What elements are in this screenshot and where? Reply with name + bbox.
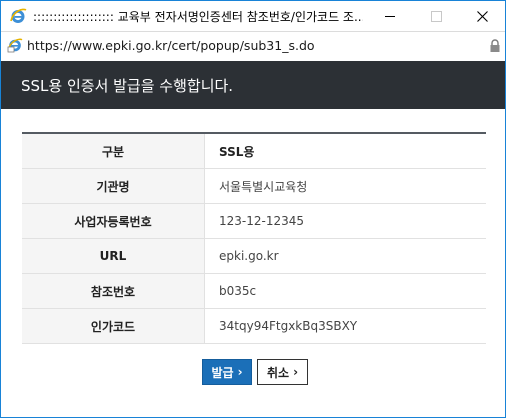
popup-window: :::::::::::::::::::: 교육부 전자서명인증센터 참조번호/인… <box>0 0 506 418</box>
close-button[interactable] <box>459 1 505 31</box>
window-title: :::::::::::::::::::: 교육부 전자서명인증센터 참조번호/인… <box>33 10 363 24</box>
table-row: 인가코드 34tqy94FtgxkBq3SBXY <box>22 308 486 344</box>
cancel-button-label: 취소 <box>266 365 290 380</box>
title-bar[interactable]: :::::::::::::::::::: 교육부 전자서명인증센터 참조번호/인… <box>1 1 505 31</box>
header-banner: SSL용 인증서 발급을 수행합니다. <box>1 61 505 109</box>
minimize-icon <box>385 15 395 17</box>
address-url[interactable]: https://www.epki.go.kr/cert/popup/sub31_… <box>27 38 315 53</box>
row-value-authorization-code: 34tqy94FtgxkBq3SBXY <box>204 308 486 344</box>
internet-explorer-icon <box>10 8 27 23</box>
table-row: 사업자등록번호 123-12-12345 <box>22 203 486 239</box>
table-row: 구분 SSL용 <box>22 133 486 169</box>
row-label-url: URL <box>22 238 205 274</box>
row-label-business-number: 사업자등록번호 <box>22 203 205 239</box>
table-row: URL epki.go.kr <box>22 238 486 274</box>
issue-button-label: 발급 <box>211 365 234 380</box>
row-value-url: epki.go.kr <box>204 238 486 274</box>
row-value-reference-number: b035c <box>204 273 486 309</box>
issue-button[interactable]: 발급 › <box>202 359 252 385</box>
address-bar[interactable]: https://www.epki.go.kr/cert/popup/sub31_… <box>1 31 505 60</box>
row-label-authorization-code: 인가코드 <box>22 308 205 344</box>
row-label-type: 구분 <box>22 133 205 169</box>
row-value-business-number: 123-12-12345 <box>204 203 486 239</box>
page-icon <box>7 38 23 53</box>
row-label-reference-number: 참조번호 <box>22 273 205 309</box>
maximize-button[interactable] <box>413 1 459 31</box>
row-value-organization: 서울특별시교육청 <box>204 168 486 204</box>
cancel-button[interactable]: 취소 › <box>257 359 308 385</box>
close-icon <box>476 10 488 22</box>
minimize-button[interactable] <box>367 1 413 31</box>
row-label-organization: 기관명 <box>22 168 205 204</box>
page-title: SSL용 인증서 발급을 수행합니다. <box>21 77 234 95</box>
row-value-type: SSL용 <box>204 133 486 169</box>
certificate-info-table: 구분 SSL용 기관명 서울특별시교육청 사업자등록번호 123-12-1234… <box>22 132 486 344</box>
lock-icon[interactable] <box>489 39 501 53</box>
table-row: 기관명 서울특별시교육청 <box>22 168 486 204</box>
maximize-icon <box>430 10 442 22</box>
chevron-right-icon: › <box>237 365 243 379</box>
chevron-right-icon: › <box>293 365 299 379</box>
table-row: 참조번호 b035c <box>22 273 486 309</box>
